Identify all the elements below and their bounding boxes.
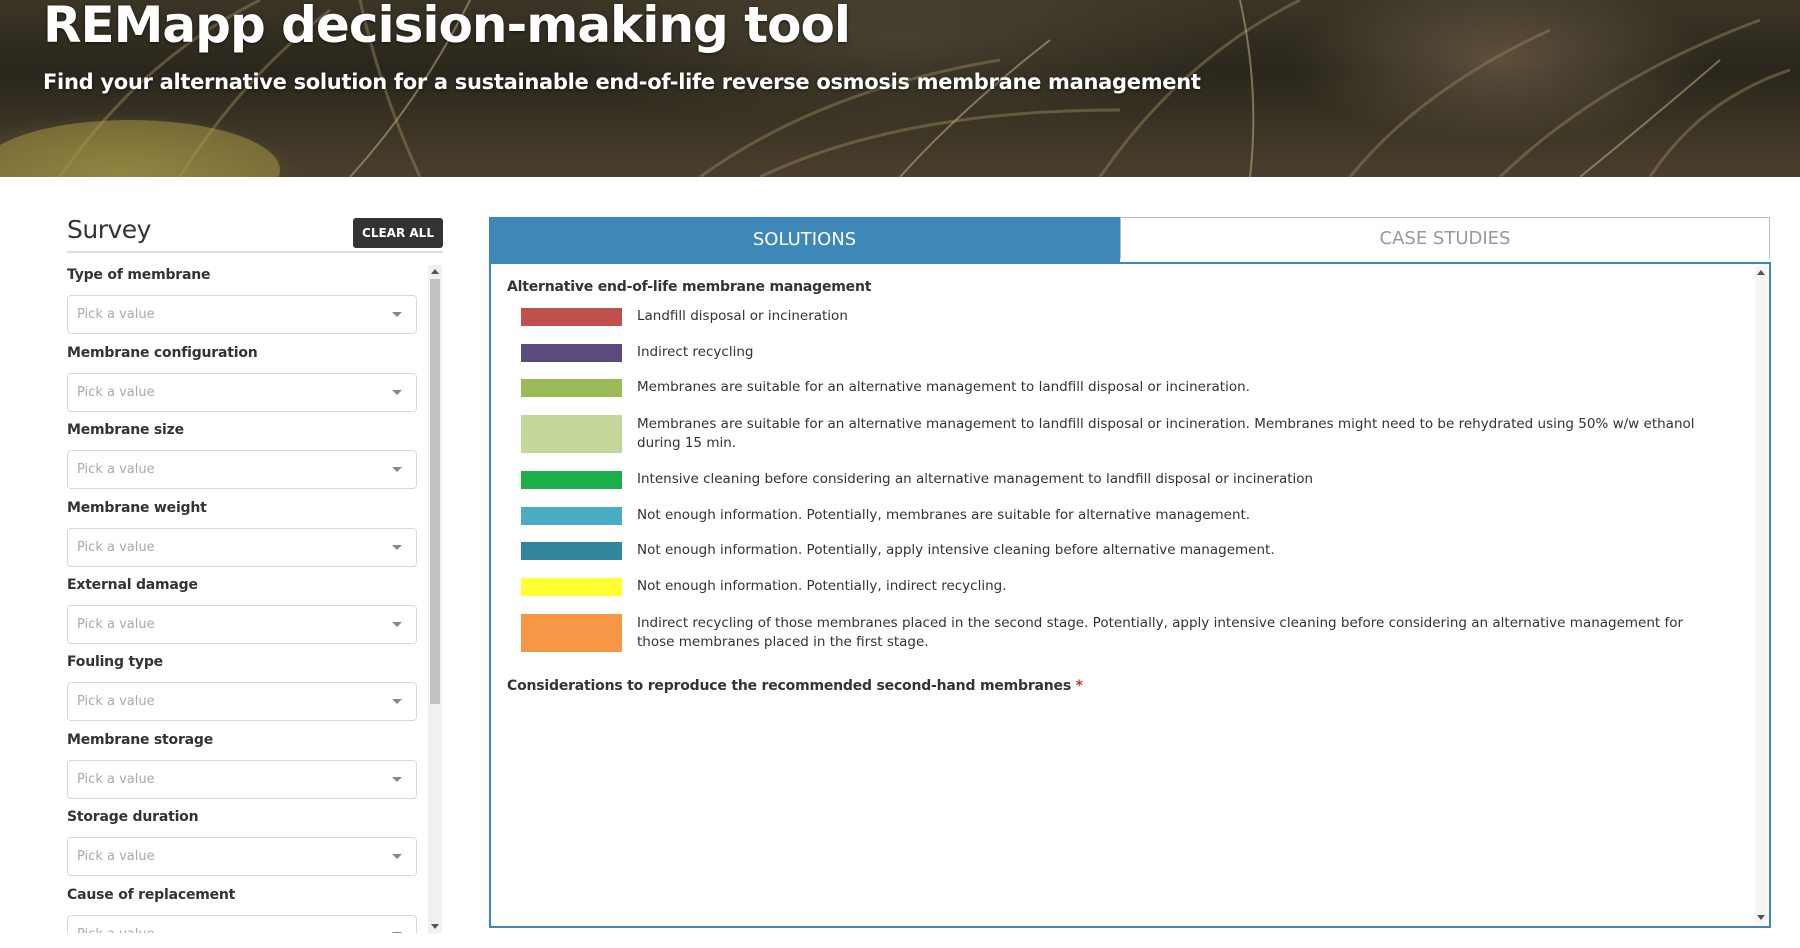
legend-label: Intensive cleaning before considering an…: [637, 471, 1314, 487]
legend-title: Alternative end-of-life membrane managem…: [507, 279, 872, 295]
chevron-down-icon: [392, 777, 402, 782]
field-label: Membrane storage: [67, 732, 214, 748]
field-external-damage: External damage Pick a value: [67, 577, 419, 644]
field-label: Type of membrane: [67, 267, 211, 283]
field-membrane-weight: Membrane weight Pick a value: [67, 500, 419, 567]
legend-label: Not enough information. Potentially, ind…: [637, 578, 1007, 594]
legend-label: Indirect recycling of those membranes pl…: [637, 615, 1684, 650]
legend-label: Not enough information. Potentially, app…: [637, 542, 1275, 558]
scroll-down-icon[interactable]: [1757, 915, 1765, 920]
chevron-down-icon: [392, 467, 402, 472]
field-fouling-type: Fouling type Pick a value: [67, 654, 419, 721]
solutions-panel: Alternative end-of-life membrane managem…: [489, 262, 1771, 928]
considerations-label: Considerations to reproduce the recommen…: [507, 678, 1071, 694]
chevron-down-icon: [392, 854, 402, 859]
legend-label: Membranes are suitable for an alternativ…: [637, 379, 1250, 395]
select-placeholder: Pick a value: [77, 307, 155, 322]
legend-swatch: [521, 344, 622, 362]
select-placeholder: Pick a value: [77, 772, 155, 787]
field-label: Cause of replacement: [67, 887, 236, 903]
legend-swatch: [521, 471, 622, 489]
chevron-down-icon: [392, 312, 402, 317]
storage-duration-select[interactable]: Pick a value: [67, 837, 417, 876]
legend-label: Indirect recycling: [637, 344, 754, 360]
type-of-membrane-select[interactable]: Pick a value: [67, 295, 417, 334]
legend-swatch: [521, 415, 622, 453]
solutions-scrollbar[interactable]: [1755, 266, 1767, 924]
scrollbar-thumb[interactable]: [430, 279, 440, 704]
select-placeholder: Pick a value: [77, 617, 155, 632]
chevron-down-icon: [392, 622, 402, 627]
select-placeholder: Pick a value: [77, 849, 155, 864]
legend-swatch: [521, 542, 622, 560]
legend-label: Not enough information. Potentially, mem…: [637, 507, 1251, 523]
header-banner: REMapp decision-making tool Find your al…: [0, 0, 1800, 177]
select-placeholder: Pick a value: [77, 385, 155, 400]
select-placeholder: Pick a value: [77, 540, 155, 555]
field-label: Membrane configuration: [67, 345, 258, 361]
survey-divider: [67, 251, 443, 253]
fouling-type-select[interactable]: Pick a value: [67, 682, 417, 721]
scroll-up-icon[interactable]: [431, 269, 439, 274]
legend-swatch: [521, 507, 622, 525]
required-mark: *: [1075, 678, 1083, 694]
legend-swatch: [521, 379, 622, 397]
scroll-down-icon[interactable]: [431, 924, 439, 929]
legend-swatch: [521, 578, 622, 596]
select-placeholder: Pick a value: [77, 694, 155, 709]
considerations-title: Considerations to reproduce the recommen…: [507, 678, 1083, 694]
field-membrane-size: Membrane size Pick a value: [67, 422, 419, 489]
legend-swatch: [521, 614, 622, 652]
chevron-down-icon: [392, 699, 402, 704]
survey-title: Survey: [67, 215, 151, 244]
membrane-configuration-select[interactable]: Pick a value: [67, 373, 417, 412]
field-type-of-membrane: Type of membrane Pick a value: [67, 267, 419, 334]
select-placeholder: Pick a value: [77, 927, 155, 933]
field-membrane-configuration: Membrane configuration Pick a value: [67, 345, 419, 412]
select-placeholder: Pick a value: [77, 462, 155, 477]
tab-solutions[interactable]: SOLUTIONS: [489, 217, 1120, 262]
membrane-storage-select[interactable]: Pick a value: [67, 760, 417, 799]
survey-form: Type of membrane Pick a value Membrane c…: [67, 265, 443, 933]
chevron-down-icon: [392, 390, 402, 395]
field-label: Membrane weight: [67, 500, 207, 516]
field-label: Fouling type: [67, 654, 163, 670]
field-label: External damage: [67, 577, 198, 593]
field-label: Membrane size: [67, 422, 184, 438]
external-damage-select[interactable]: Pick a value: [67, 605, 417, 644]
field-storage-duration: Storage duration Pick a value: [67, 809, 419, 876]
membrane-size-select[interactable]: Pick a value: [67, 450, 417, 489]
tab-case-studies[interactable]: CASE STUDIES: [1120, 217, 1770, 259]
field-membrane-storage: Membrane storage Pick a value: [67, 732, 419, 799]
survey-scrollbar[interactable]: [428, 265, 442, 933]
cause-of-replacement-select[interactable]: Pick a value: [67, 915, 417, 933]
membrane-weight-select[interactable]: Pick a value: [67, 528, 417, 567]
field-cause-of-replacement: Cause of replacement Pick a value: [67, 887, 419, 933]
legend-swatch: [521, 308, 622, 326]
chevron-down-icon: [392, 545, 402, 550]
clear-all-button[interactable]: CLEAR ALL: [353, 218, 443, 248]
legend-label: Landfill disposal or incineration: [637, 308, 848, 324]
scroll-up-icon[interactable]: [1757, 270, 1765, 275]
chevron-down-icon: [392, 932, 402, 933]
field-label: Storage duration: [67, 809, 199, 825]
legend-label: Membranes are suitable for an alternativ…: [637, 416, 1695, 451]
app-title: REMapp decision-making tool: [43, 0, 851, 54]
app-subtitle: Find your alternative solution for a sus…: [43, 70, 1201, 94]
